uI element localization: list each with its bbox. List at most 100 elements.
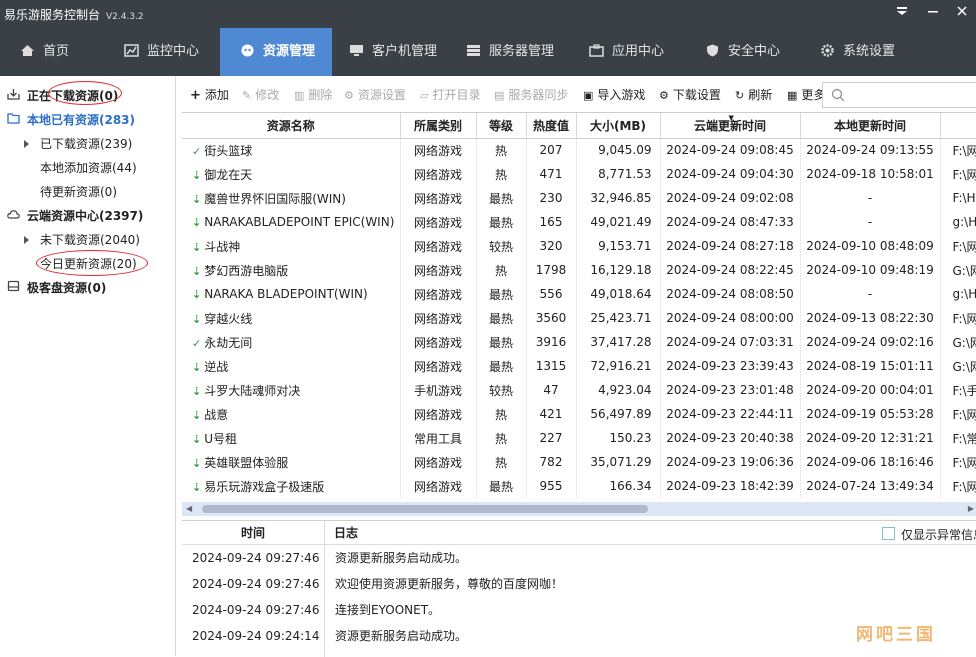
sidebar-item-cloud[interactable]: 云端资源中心(2397) — [27, 207, 143, 224]
search-input[interactable] — [822, 82, 976, 108]
cell-path-text: F:\网 — [953, 312, 976, 326]
cell-cloud-time-text: 2024-09-24 07:03:31 — [666, 335, 793, 349]
cell-cloud-time: 2024-09-24 08:08:50 — [660, 282, 800, 306]
table-row[interactable]: ⇣魔兽世界怀旧国际服(WIN)网络游戏最热23032,946.852024-09… — [182, 186, 976, 210]
error-only-checkbox[interactable] — [882, 527, 895, 540]
expand-arrow-icon[interactable] — [24, 236, 29, 244]
log-message: 连接到EYOONET。 — [335, 597, 440, 623]
tab-monitor-center[interactable]: 监控中心 — [124, 28, 220, 76]
add-button[interactable]: +添加 — [190, 86, 229, 103]
cell-hot: 1315 — [526, 354, 576, 378]
cell-local-time-text: - — [868, 287, 872, 301]
table-row[interactable]: ⇣逆战网络游戏最热131572,916.212024-09-23 23:39:4… — [182, 354, 976, 378]
cell-path-text: g:\Ha — [953, 215, 976, 229]
tab-resource-management[interactable]: 资源管理 — [220, 28, 332, 76]
cell-size: 72,916.21 — [576, 354, 660, 378]
cell-category-text: 网络游戏 — [414, 408, 462, 422]
add-label: 添加 — [205, 88, 229, 102]
horizontal-scrollbar[interactable]: ◀ ▶ — [182, 502, 976, 516]
cell-cloud-time-text: 2024-09-24 09:02:08 — [666, 191, 793, 205]
more-button[interactable]: ▦更多 — [787, 86, 825, 103]
tab-server-label: 服务器管理 — [489, 44, 554, 59]
table-row[interactable]: ⇣易乐玩游戏盒子极速版网络游戏最热955166.342024-09-23 18:… — [182, 474, 976, 498]
log-header-msg: 日志 — [325, 521, 976, 545]
tab-app-center[interactable]: 应用中心 — [589, 28, 685, 76]
edit-button[interactable]: ✎修改 — [242, 86, 279, 103]
download-arrow-icon: ⇣ — [192, 193, 201, 206]
edit-label: 修改 — [255, 88, 279, 102]
expand-arrow-icon[interactable] — [24, 140, 29, 148]
tab-server-management[interactable]: 服务器管理 — [466, 28, 574, 76]
table-row[interactable]: ⇣NARAKA BLADEPOINT(WIN)网络游戏最热55649,018.6… — [182, 282, 976, 306]
table-row[interactable]: ⇣斗罗大陆魂师对决手机游戏较热474,923.042024-09-23 23:0… — [182, 378, 976, 402]
cell-hot: 230 — [526, 186, 576, 210]
col-header-size[interactable]: 大小(MB) — [576, 113, 660, 138]
table-row[interactable]: ⇣梦幻西游电脑版网络游戏热179816,129.182024-09-24 08:… — [182, 258, 976, 282]
cell-size: 25,423.71 — [576, 306, 660, 330]
cell-hot: 207 — [526, 138, 576, 162]
table-row[interactable]: ⇣穿越火线网络游戏最热356025,423.712024-09-24 08:00… — [182, 306, 976, 330]
cell-heat-text: 最热 — [489, 360, 513, 374]
table-row[interactable]: ⇣U号租常用工具热227150.232024-09-23 20:40:38202… — [182, 426, 976, 450]
table-row[interactable]: ✓街头篮球网络游戏热2079,045.092024-09-24 09:08:45… — [182, 138, 976, 162]
cell-size-text: 72,916.21 — [590, 359, 651, 373]
col-header-hot[interactable]: 热度值 — [526, 113, 576, 138]
table-row[interactable]: ⇣斗战神网络游戏较热3209,153.712024-09-24 08:27:18… — [182, 234, 976, 258]
menu-dropdown-icon[interactable] — [892, 3, 912, 23]
close-icon[interactable] — [952, 3, 972, 23]
server-sync-button[interactable]: ▤服务器同步 — [494, 86, 568, 103]
table-row[interactable]: ⇣战意网络游戏热42156,497.892024-09-23 22:44:112… — [182, 402, 976, 426]
cell-cloud-time: 2024-09-24 09:02:08 — [660, 186, 800, 210]
sidebar-item-super-disk[interactable]: 极客盘资源(0) — [27, 279, 106, 296]
sidebar-item-local-added[interactable]: 本地添加资源(44) — [40, 159, 137, 176]
resource-settings-button[interactable]: ⚙资源设置 — [344, 86, 406, 103]
sidebar-item-not-downloaded[interactable]: 未下载资源(2040) — [40, 231, 140, 248]
table-row[interactable]: ⇣NARAKABLADEPOINT EPIC(WIN)网络游戏最热16549,0… — [182, 210, 976, 234]
cell-hot-text: 3916 — [536, 335, 567, 349]
col-header-name[interactable]: 资源名称 — [182, 113, 400, 138]
scroll-left-arrow-icon[interactable]: ◀ — [186, 504, 192, 513]
download-settings-button[interactable]: ⚙下载设置 — [659, 86, 721, 103]
col-header-cloud-time[interactable]: ▼云端更新时间 — [660, 113, 800, 138]
tab-security-center[interactable]: 安全中心 — [705, 28, 801, 76]
refresh-button[interactable]: ↻刷新 — [735, 86, 772, 103]
cell-heat: 热 — [476, 162, 526, 186]
cell-category-text: 网络游戏 — [414, 312, 462, 326]
delete-button[interactable]: ▥删除 — [294, 86, 332, 103]
tab-system-settings[interactable]: 系统设置 — [820, 28, 916, 76]
col-header-heat[interactable]: 等级 — [476, 113, 526, 138]
cell-size-text: 166.34 — [610, 479, 652, 493]
col-header-local-time[interactable]: 本地更新时间 — [800, 113, 940, 138]
cell-name-text: 斗战神 — [204, 240, 240, 254]
tab-client-management[interactable]: 客户机管理 — [349, 28, 457, 76]
table-row[interactable]: ✓永劫无间网络游戏最热391637,417.282024-09-24 07:03… — [182, 330, 976, 354]
tab-home[interactable]: 首页 — [20, 28, 104, 76]
col-header-category[interactable]: 所属类别 — [400, 113, 476, 138]
cell-name: ⇣逆战 — [182, 354, 400, 378]
cell-name: ⇣斗战神 — [182, 234, 400, 258]
cell-category-text: 网络游戏 — [414, 144, 462, 158]
cell-path-text: F:\网 — [953, 240, 976, 254]
sidebar-item-downloaded[interactable]: 已下载资源(239) — [40, 135, 132, 152]
sidebar-item-pending-update[interactable]: 待更新资源(0) — [40, 183, 117, 200]
cell-hot: 47 — [526, 378, 576, 402]
col-header-path[interactable] — [940, 113, 976, 138]
cell-size: 49,021.49 — [576, 210, 660, 234]
sidebar-item-local[interactable]: 本地已有资源(283) — [27, 111, 135, 128]
table-row[interactable]: ⇣英雄联盟体验服网络游戏热78235,071.292024-09-23 19:0… — [182, 450, 976, 474]
table-body: ✓街头篮球网络游戏热2079,045.092024-09-24 09:08:45… — [182, 138, 976, 498]
cell-size-text: 32,946.85 — [590, 191, 651, 205]
table-row[interactable]: ⇣御龙在天网络游戏热4718,771.532024-09-24 09:04:30… — [182, 162, 976, 186]
scroll-right-arrow-icon[interactable]: ▶ — [968, 504, 974, 513]
cell-heat: 热 — [476, 138, 526, 162]
cell-local-time-text: 2024-09-24 09:02:16 — [806, 335, 933, 349]
search-icon — [831, 88, 845, 102]
scrollbar-thumb[interactable] — [202, 505, 648, 513]
import-game-button[interactable]: ▣导入游戏 — [583, 86, 645, 103]
open-dir-button[interactable]: ▱打开目录 — [420, 86, 480, 103]
cell-hot: 421 — [526, 402, 576, 426]
minimize-icon[interactable] — [923, 3, 943, 23]
cell-hot-text: 227 — [540, 431, 563, 445]
table-header-row: 资源名称 所属类别 等级 热度值 大小(MB) ▼云端更新时间 本地更新时间 — [182, 113, 976, 138]
cell-hot-text: 782 — [540, 455, 563, 469]
